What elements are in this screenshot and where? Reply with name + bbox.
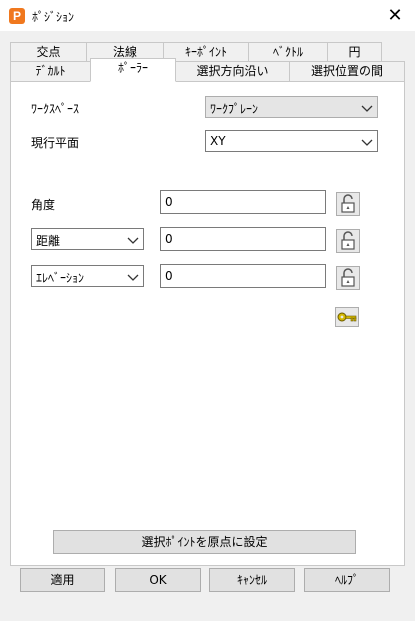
key-icon <box>337 312 357 322</box>
window-title: ﾎﾟｼﾞｼｮﾝ <box>32 10 75 24</box>
tab-circle[interactable]: 円 <box>327 42 382 62</box>
chevron-down-icon <box>127 237 139 244</box>
tab-between-positions[interactable]: 選択位置の間 <box>289 61 405 82</box>
title-bar: P ﾎﾟｼﾞｼｮﾝ ✕ <box>0 0 415 31</box>
padlock-open-icon <box>341 268 355 287</box>
chevron-down-icon <box>361 105 373 112</box>
angle-input[interactable]: 0 <box>160 190 326 214</box>
elevation-mode-value: ｴﾚﾍﾞｰｼｮﾝ <box>36 271 85 285</box>
chevron-down-icon <box>361 139 373 146</box>
padlock-open-icon <box>341 231 355 250</box>
tab-along-direction[interactable]: 選択方向沿い <box>175 61 290 82</box>
elevation-input[interactable]: 0 <box>160 264 326 288</box>
distance-lock-button[interactable] <box>336 229 360 253</box>
set-origin-button[interactable]: 選択ﾎﾟｲﾝﾄを原点に設定 <box>53 530 356 554</box>
elevation-mode-dropdown[interactable]: ｴﾚﾍﾞｰｼｮﾝ <box>31 265 144 287</box>
angle-label: 角度 <box>31 198 56 212</box>
current-plane-dropdown[interactable]: XY <box>205 130 378 152</box>
current-plane-value: XY <box>210 134 226 148</box>
key-button[interactable] <box>335 307 359 327</box>
distance-input[interactable]: 0 <box>160 227 326 251</box>
tab-cartesian[interactable]: ﾃﾞｶﾙﾄ <box>10 61 91 82</box>
distance-mode-value: 距離 <box>36 234 61 248</box>
workspace-label: ﾜｰｸｽﾍﾟｰｽ <box>31 102 80 116</box>
tab-vector[interactable]: ﾍﾞｸﾄﾙ <box>248 42 328 62</box>
elevation-lock-button[interactable] <box>336 266 360 290</box>
distance-value: 0 <box>165 232 173 246</box>
app-logo-icon: P <box>9 8 25 24</box>
angle-value: 0 <box>165 195 173 209</box>
angle-lock-button[interactable] <box>336 192 360 216</box>
distance-mode-dropdown[interactable]: 距離 <box>31 228 144 250</box>
workspace-value: ﾜｰｸﾌﾟﾚｰﾝ <box>210 102 259 116</box>
apply-button[interactable]: 適用 <box>20 568 105 592</box>
close-button[interactable]: ✕ <box>375 0 415 31</box>
workspace-dropdown[interactable]: ﾜｰｸﾌﾟﾚｰﾝ <box>205 96 378 118</box>
chevron-down-icon <box>127 274 139 281</box>
current-plane-label: 現行平面 <box>31 136 80 150</box>
tab-intersection[interactable]: 交点 <box>10 42 87 62</box>
tab-polar[interactable]: ﾎﾟｰﾗｰ <box>90 58 176 82</box>
padlock-open-icon <box>341 194 355 213</box>
ok-button[interactable]: OK <box>115 568 201 592</box>
elevation-value: 0 <box>165 269 173 283</box>
help-button[interactable]: ﾍﾙﾌﾟ <box>304 568 390 592</box>
cancel-button[interactable]: ｷｬﾝｾﾙ <box>209 568 295 592</box>
